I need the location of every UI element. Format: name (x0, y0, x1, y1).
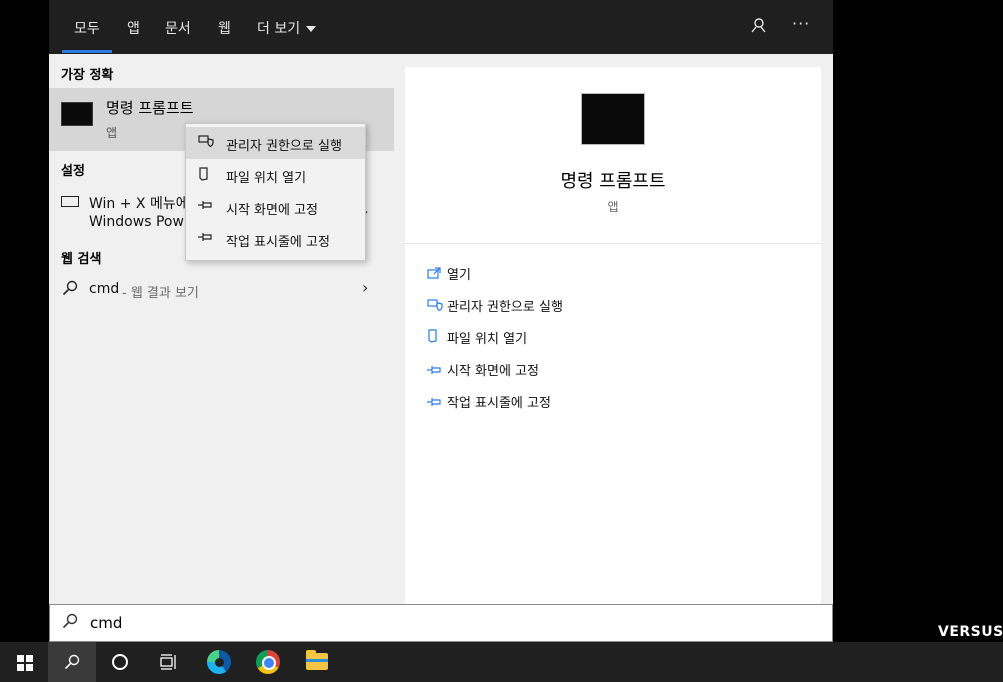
tab-apps[interactable]: 앱 (127, 18, 140, 38)
task-view-button[interactable] (144, 642, 192, 682)
more-options-icon[interactable]: ··· (792, 14, 810, 33)
chevron-right-icon: › (362, 278, 369, 297)
ctx-pin-to-taskbar[interactable]: 작업 표시줄에 고정 (186, 223, 365, 255)
web-query: cmd (89, 281, 120, 297)
taskbar-file-explorer[interactable] (293, 642, 341, 682)
ctx-pin-to-start-label: 시작 화면에 고정 (226, 203, 318, 218)
ctx-open-file-location-label: 파일 위치 열기 (226, 171, 307, 186)
search-icon (62, 613, 78, 633)
action-pin-to-start-label: 시작 화면에 고정 (447, 364, 539, 379)
shield-icon (427, 299, 447, 315)
command-prompt-large-icon (581, 93, 645, 145)
ctx-pin-to-start[interactable]: 시작 화면에 고정 (186, 191, 365, 223)
ctx-open-file-location[interactable]: 파일 위치 열기 (186, 159, 365, 191)
edge-icon (207, 650, 231, 674)
section-best-match: 가장 정확 (61, 68, 114, 83)
shield-icon (198, 135, 214, 150)
details-subtitle: 앱 (607, 200, 619, 214)
ctx-run-as-admin-label: 관리자 권한으로 실행 (226, 139, 342, 154)
tab-documents[interactable]: 문서 (165, 18, 191, 38)
pin-icon (198, 199, 214, 213)
search-icon (64, 654, 80, 674)
start-button[interactable] (0, 642, 48, 682)
pin-icon (198, 231, 214, 245)
cortana-icon (112, 654, 128, 670)
watermark: VERSUS.KR (938, 624, 1003, 640)
taskbar (0, 642, 1003, 682)
ctx-pin-to-taskbar-label: 작업 표시줄에 고정 (226, 235, 330, 250)
search-icon (62, 280, 78, 300)
feedback-icon[interactable] (749, 16, 767, 39)
settings-item-line1: Win + X 메뉴에 (89, 196, 189, 212)
action-run-as-admin-label: 관리자 권한으로 실행 (447, 300, 563, 315)
file-location-icon (198, 167, 210, 184)
context-menu: 관리자 권한으로 실행 파일 위치 열기 시작 화면에 고정 작업 표시줄에 고… (185, 123, 366, 261)
chrome-icon (256, 650, 280, 674)
search-box[interactable]: cmd (49, 604, 833, 642)
action-open[interactable]: 열기 (427, 264, 471, 283)
details-divider (405, 243, 821, 244)
taskbar-edge[interactable] (195, 642, 243, 682)
tab-web[interactable]: 웹 (218, 18, 231, 38)
tab-more[interactable]: 더 보기 (257, 18, 317, 38)
action-run-as-admin[interactable]: 관리자 권한으로 실행 (427, 296, 563, 315)
section-web-search: 웹 검색 (61, 252, 102, 267)
web-result-suffix: - 웹 결과 보기 (122, 286, 199, 301)
taskbar-search-button[interactable] (48, 642, 96, 682)
search-filter-bar: 모두 앱 문서 웹 더 보기 ··· (49, 0, 833, 54)
best-match-title: 명령 프롬프트 (106, 99, 194, 117)
tab-all[interactable]: 모두 (74, 18, 100, 38)
command-prompt-icon (61, 102, 93, 126)
action-pin-to-taskbar[interactable]: 작업 표시줄에 고정 (427, 392, 551, 411)
chevron-down-icon (306, 26, 317, 32)
details-pane: 명령 프롬프트 앱 열기 관리자 권한으로 실행 파일 위치 열기 시작 화면에… (405, 67, 821, 604)
active-tab-indicator (62, 50, 112, 53)
details-title: 명령 프롬프트 (560, 171, 666, 192)
ctx-run-as-admin[interactable]: 관리자 권한으로 실행 (186, 127, 365, 159)
section-settings: 설정 (61, 164, 85, 179)
action-pin-to-start[interactable]: 시작 화면에 고정 (427, 360, 539, 379)
pin-icon (427, 396, 447, 411)
pin-icon (427, 364, 447, 379)
action-open-file-location[interactable]: 파일 위치 열기 (427, 328, 527, 347)
task-view-icon (160, 654, 178, 674)
file-location-icon (427, 329, 447, 347)
tab-more-label: 더 보기 (257, 21, 301, 37)
settings-item-line2: Windows Pow (89, 214, 184, 230)
best-match-subtitle: 앱 (106, 126, 118, 140)
action-pin-to-taskbar-label: 작업 표시줄에 고정 (447, 396, 551, 411)
keyboard-icon (61, 196, 79, 207)
cortana-button[interactable] (96, 642, 144, 682)
action-open-label: 열기 (447, 268, 471, 283)
folder-icon (306, 650, 328, 670)
windows-logo-icon (17, 655, 33, 671)
open-icon (427, 267, 447, 283)
search-input[interactable]: cmd (90, 614, 122, 632)
taskbar-chrome[interactable] (244, 642, 292, 682)
action-open-file-location-label: 파일 위치 열기 (447, 332, 528, 347)
